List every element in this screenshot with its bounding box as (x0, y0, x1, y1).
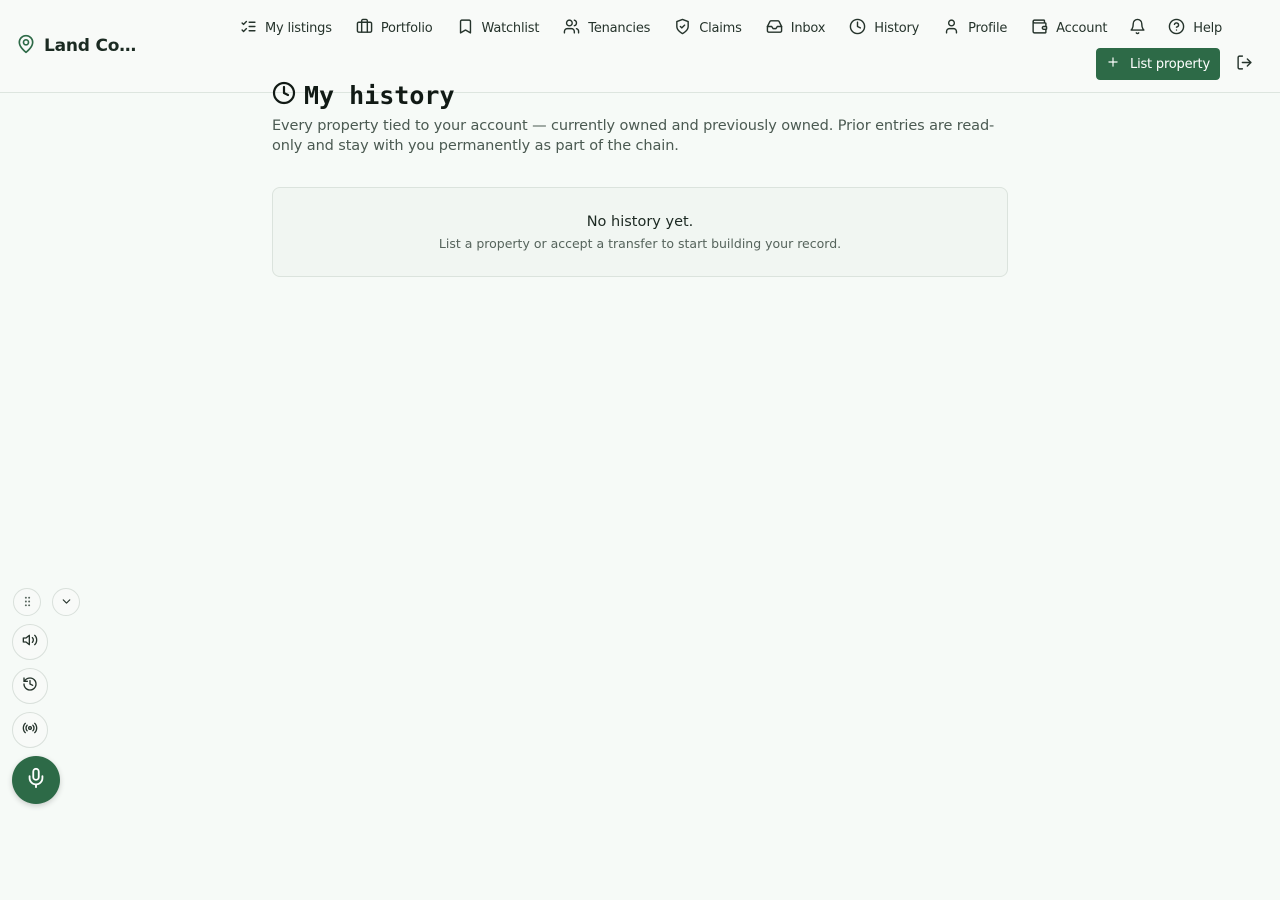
bell-icon (1129, 18, 1146, 39)
nav-label: Help (1193, 20, 1223, 36)
nav-item-profile[interactable]: Profile (931, 14, 1019, 42)
speaker-button[interactable] (12, 624, 48, 660)
bookmark-icon (457, 18, 474, 39)
history-button[interactable] (12, 668, 48, 704)
broadcast-button[interactable] (12, 712, 48, 748)
nav-label: Tenancies (588, 20, 651, 36)
clock-icon (849, 18, 866, 39)
list-property-button[interactable]: List property (1096, 48, 1220, 80)
microphone-icon (25, 767, 47, 793)
nav-item-watchlist[interactable]: Watchlist (445, 14, 552, 42)
map-pin-icon (16, 34, 36, 58)
brand[interactable]: Land Comp... (16, 34, 146, 58)
nav-item-tenancies[interactable]: Tenancies (551, 14, 662, 42)
nav-label: Portfolio (380, 20, 433, 36)
page-title: My history (304, 80, 455, 110)
microphone-button[interactable] (12, 756, 60, 804)
list-check-icon (240, 18, 257, 39)
drag-handle-button[interactable] (13, 588, 41, 616)
users-icon (563, 18, 580, 39)
page-subtitle: Every property tied to your account — cu… (272, 118, 995, 154)
nav-label: Watchlist (481, 20, 540, 36)
nav-label: History (874, 20, 920, 36)
nav-label: Claims (699, 20, 742, 36)
nav-item-claims[interactable]: Claims (662, 14, 754, 42)
inbox-icon (766, 18, 783, 39)
nav-label: My listings (265, 20, 332, 36)
collapse-toolbar-button[interactable] (52, 588, 80, 616)
brand-name: Land Comp... (44, 36, 146, 56)
main-content: My history Every property tied to your a… (272, 78, 1008, 277)
logout-button[interactable] (1232, 52, 1256, 76)
plus-icon (1106, 55, 1120, 73)
list-property-label: List property (1130, 56, 1210, 72)
nav-item-my-listings[interactable]: My listings (228, 14, 344, 42)
grip-vertical-icon (21, 593, 34, 612)
notifications-button[interactable] (1119, 14, 1156, 42)
shield-check-icon (674, 18, 691, 39)
empty-state-text: List a property or accept a transfer to … (438, 235, 842, 251)
rotate-clock-icon (22, 676, 38, 696)
main-nav: My listings Portfolio Watchlist Tenancie… (228, 14, 1234, 42)
radio-broadcast-icon (22, 720, 38, 740)
volume-icon (22, 632, 38, 652)
nav-item-account[interactable]: Account (1019, 14, 1119, 42)
empty-state-card: No history yet. List a property or accep… (272, 187, 1008, 277)
nav-item-inbox[interactable]: Inbox (754, 14, 838, 42)
user-icon (943, 18, 960, 39)
wallet-icon (1031, 18, 1048, 39)
help-circle-icon (1168, 18, 1185, 39)
history-icon (272, 81, 296, 109)
chevron-down-icon (60, 593, 73, 612)
nav-item-help[interactable]: Help (1156, 14, 1234, 42)
logout-icon (1236, 54, 1253, 75)
nav-label: Account (1056, 20, 1108, 36)
nav-label: Inbox (790, 20, 826, 36)
briefcase-icon (356, 18, 373, 39)
nav-item-portfolio[interactable]: Portfolio (344, 14, 445, 42)
nav-label: Profile (968, 20, 1008, 36)
empty-state-title: No history yet. (586, 213, 694, 230)
nav-item-history[interactable]: History (837, 14, 931, 42)
page-header: My history (272, 78, 1008, 112)
